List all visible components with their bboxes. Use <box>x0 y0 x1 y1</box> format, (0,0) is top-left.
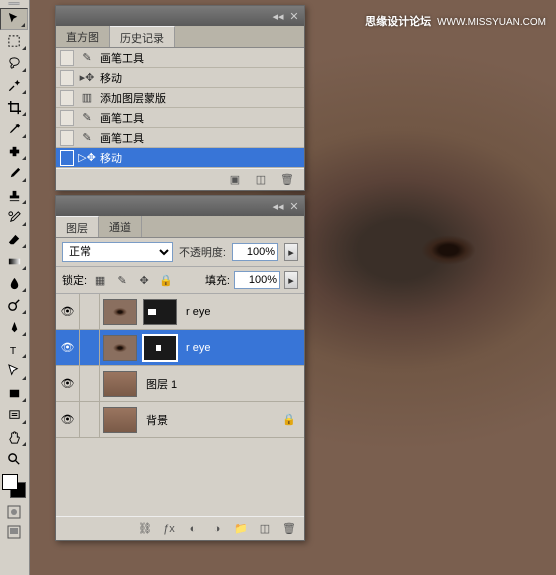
watermark-text: 思缘设计论坛 <box>365 16 431 28</box>
history-list: ✎画笔工具 ▸✥移动 ▥添加图层蒙版 ✎画笔工具 ✎画笔工具 ▷✥移动 <box>56 48 304 168</box>
type-tool[interactable]: T <box>0 338 28 360</box>
fx-icon[interactable]: ƒx <box>160 520 178 538</box>
fill-input[interactable] <box>234 271 280 289</box>
healing-tool[interactable] <box>0 140 28 162</box>
layer-thumbnail[interactable] <box>103 335 137 361</box>
lock-transparency-icon[interactable]: ▦ <box>91 271 109 289</box>
tab-histogram[interactable]: 直方图 <box>56 26 110 47</box>
lock-label: 锁定: <box>62 272 87 288</box>
layer-name[interactable]: r eye <box>186 306 210 318</box>
panel-header[interactable]: ◂◂ ✕ <box>56 6 304 26</box>
history-item[interactable]: ▷✥移动 <box>56 148 304 168</box>
marquee-tool[interactable] <box>0 30 28 52</box>
blur-tool[interactable] <box>0 272 28 294</box>
fill-flyout-icon[interactable]: ▸ <box>284 271 298 289</box>
shape-tool[interactable] <box>0 382 28 404</box>
close-icon[interactable]: ✕ <box>288 201 300 211</box>
path-tool[interactable] <box>0 360 28 382</box>
zoom-tool[interactable] <box>0 448 28 470</box>
minimize-icon[interactable]: ◂◂ <box>272 201 284 211</box>
move-tool[interactable] <box>0 8 28 30</box>
panel-header[interactable]: ◂◂ ✕ <box>56 196 304 216</box>
layer-thumbnail[interactable] <box>103 407 137 433</box>
layer-name[interactable]: r eye <box>186 342 210 354</box>
lock-icon: 🔒 <box>282 413 296 426</box>
lock-paint-icon[interactable]: ✎ <box>113 271 131 289</box>
history-item[interactable]: ✎画笔工具 <box>56 128 304 148</box>
layer-row[interactable]: 👁 r eye <box>56 330 304 366</box>
new-doc-icon[interactable]: ◫ <box>252 172 270 188</box>
history-brush-tool[interactable] <box>0 206 28 228</box>
close-icon[interactable]: ✕ <box>288 11 300 21</box>
tab-layers[interactable]: 图层 <box>56 216 99 237</box>
fill-label: 填充: <box>205 272 230 288</box>
opacity-label: 不透明度: <box>179 244 226 260</box>
pen-tool[interactable] <box>0 316 28 338</box>
new-group-icon[interactable]: 📁 <box>232 520 250 538</box>
hand-tool[interactable] <box>0 426 28 448</box>
link-layers-icon[interactable]: ⛓ <box>136 520 154 538</box>
layer-name[interactable]: 背景 <box>146 412 168 428</box>
history-item[interactable]: ▸✥移动 <box>56 68 304 88</box>
layer-thumbnail[interactable] <box>103 299 137 325</box>
history-item[interactable]: ✎画笔工具 <box>56 108 304 128</box>
watermark-url: WWW.MISSYUAN.COM <box>437 17 546 28</box>
lasso-tool[interactable] <box>0 52 28 74</box>
wand-tool[interactable] <box>0 74 28 96</box>
history-panel: ◂◂ ✕ 直方图 历史记录 ✎画笔工具 ▸✥移动 ▥添加图层蒙版 ✎画笔工具 ✎… <box>55 5 305 191</box>
svg-text:T: T <box>9 346 16 357</box>
crop-tool[interactable] <box>0 96 28 118</box>
lock-all-icon[interactable]: 🔒 <box>157 271 175 289</box>
tool-palette: T <box>0 0 30 575</box>
visibility-toggle[interactable]: 👁 <box>56 366 80 402</box>
gradient-tool[interactable] <box>0 250 28 272</box>
brush-tool[interactable] <box>0 162 28 184</box>
mask-thumbnail[interactable] <box>143 335 177 361</box>
history-item[interactable]: ▥添加图层蒙版 <box>56 88 304 108</box>
stamp-tool[interactable] <box>0 184 28 206</box>
layer-row[interactable]: 👁 背景 🔒 <box>56 402 304 438</box>
visibility-toggle[interactable]: 👁 <box>56 330 80 366</box>
layer-thumbnail[interactable] <box>103 371 137 397</box>
history-item[interactable]: ✎画笔工具 <box>56 48 304 68</box>
lock-position-icon[interactable]: ✥ <box>135 271 153 289</box>
delete-layer-icon[interactable]: 🗑 <box>280 520 298 538</box>
add-mask-icon[interactable]: ◐ <box>184 520 202 538</box>
layer-row[interactable]: 👁 r eye <box>56 294 304 330</box>
opacity-flyout-icon[interactable]: ▸ <box>284 243 298 261</box>
screenmode-toggle[interactable] <box>6 524 22 540</box>
new-layer-icon[interactable]: ◫ <box>256 520 274 538</box>
opacity-input[interactable] <box>232 243 278 261</box>
layer-row[interactable]: 👁 图层 1 <box>56 366 304 402</box>
eyedropper-tool[interactable] <box>0 118 28 140</box>
blend-mode-select[interactable]: 正常 <box>62 242 173 262</box>
layer-name[interactable]: 图层 1 <box>146 376 177 392</box>
trash-icon[interactable]: 🗑 <box>278 172 296 188</box>
tab-channels[interactable]: 通道 <box>99 216 142 237</box>
dodge-tool[interactable] <box>0 294 28 316</box>
minimize-icon[interactable]: ◂◂ <box>272 11 284 21</box>
layers-panel: ◂◂ ✕ 图层 通道 正常 不透明度: ▸ 锁定: ▦ ✎ ✥ 🔒 填充: ▸ … <box>55 195 305 541</box>
quickmask-toggle[interactable] <box>6 504 22 520</box>
mask-thumbnail[interactable] <box>143 299 177 325</box>
new-snapshot-icon[interactable]: ▣ <box>226 172 244 188</box>
tab-history[interactable]: 历史记录 <box>110 26 175 47</box>
adjustment-icon[interactable]: ◑ <box>208 520 226 538</box>
visibility-toggle[interactable]: 👁 <box>56 294 80 330</box>
color-swatch[interactable] <box>2 474 26 498</box>
notes-tool[interactable] <box>0 404 28 426</box>
eraser-tool[interactable] <box>0 228 28 250</box>
visibility-toggle[interactable]: 👁 <box>56 402 80 438</box>
